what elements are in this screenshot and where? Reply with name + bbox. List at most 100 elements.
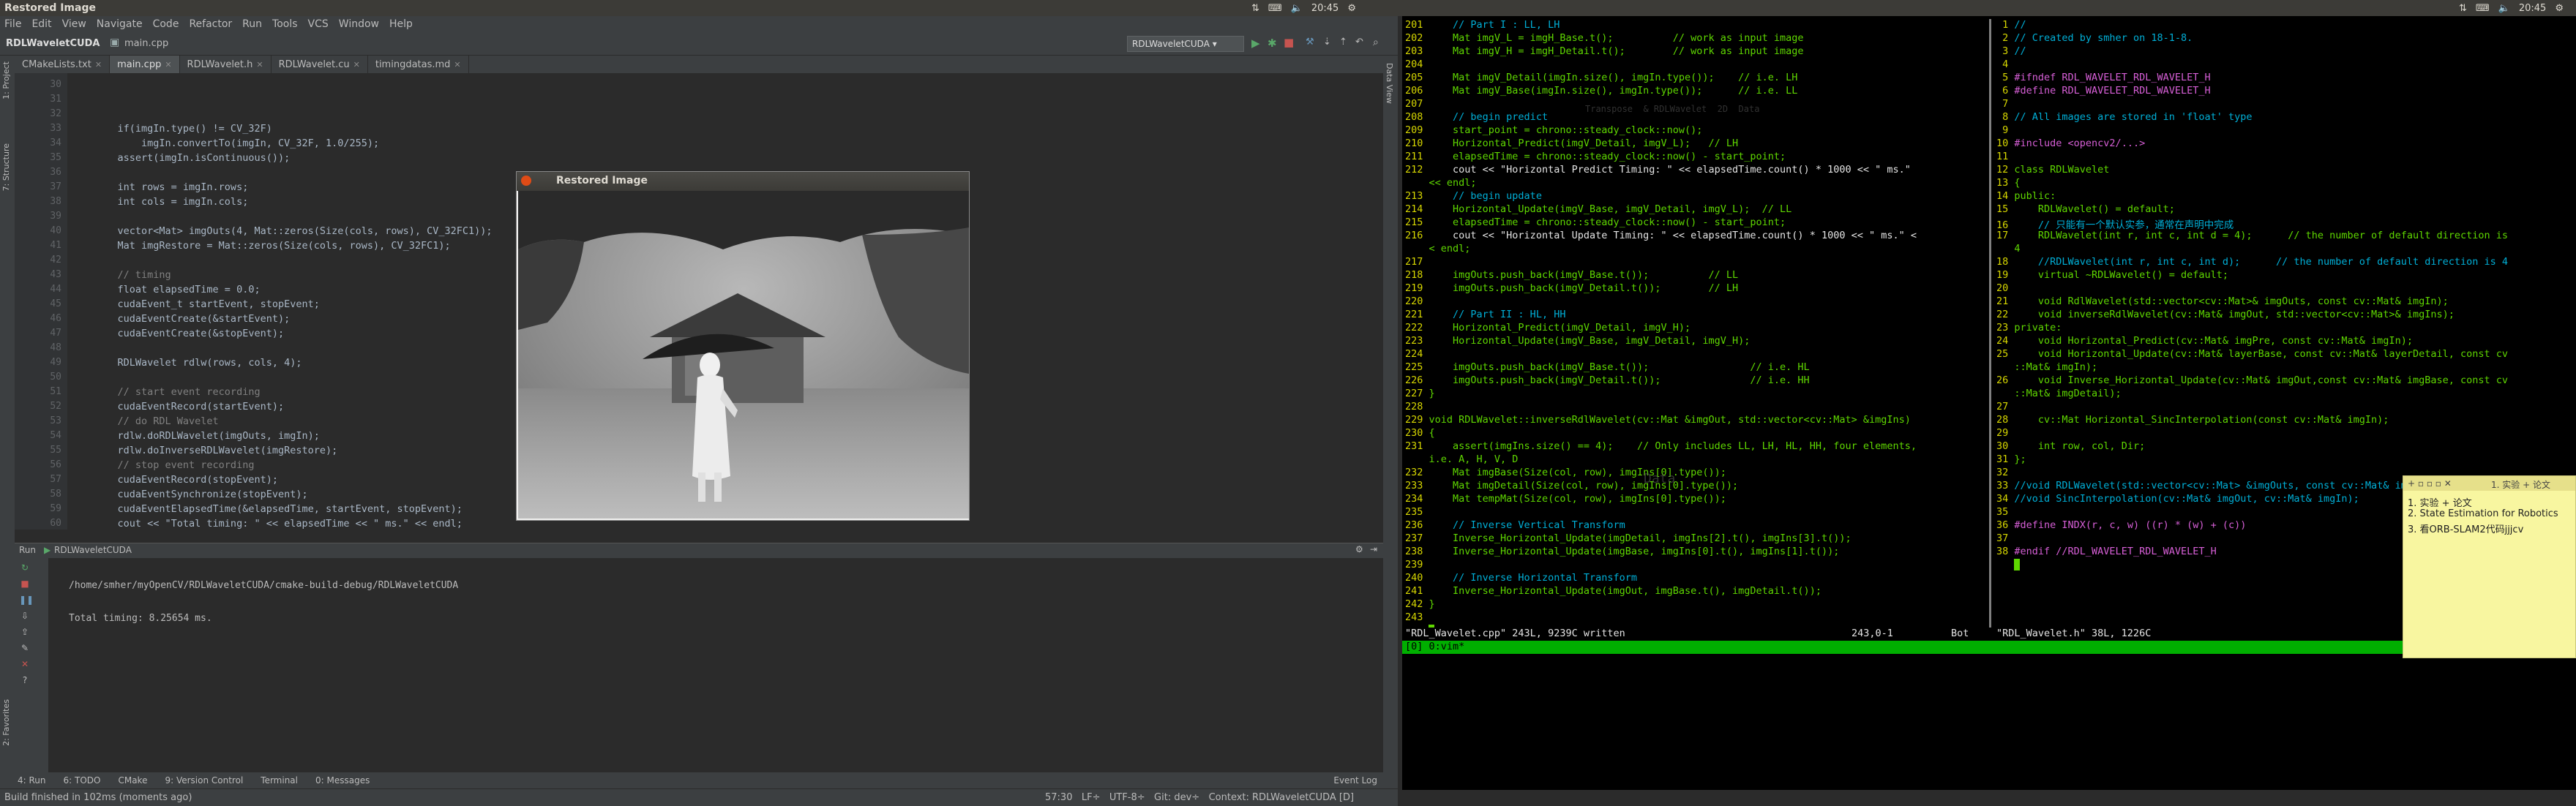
- menu-file[interactable]: File: [4, 18, 21, 30]
- close-icon[interactable]: ✕: [256, 60, 263, 69]
- clock[interactable]: 20:45: [1311, 3, 1338, 14]
- sticky-note[interactable]: + ▫ ▫ ▫ ✕ 1. 实验 + 论文 1. 实验 + 论文 2. State…: [2403, 475, 2576, 658]
- gear-icon[interactable]: ⚙: [1355, 544, 1363, 554]
- scroll-end-icon[interactable]: ⇩: [19, 611, 31, 621]
- menu-run[interactable]: Run: [242, 18, 262, 30]
- tool-tab-favorites[interactable]: 2: Favorites: [1, 699, 11, 746]
- code-line[interactable]: if(imgIn.type() != CV_32F): [94, 123, 272, 135]
- menu-refactor[interactable]: Refactor: [189, 18, 232, 30]
- code-line[interactable]: rdlw.doInverseRDLWavelet(imgRestore);: [94, 445, 338, 456]
- undo-icon[interactable]: ↶: [1355, 37, 1363, 48]
- tool-tab-project[interactable]: 1: Project: [1, 61, 11, 99]
- tab-rdlwavelet-cu[interactable]: RDLWavelet.cu ✕: [272, 56, 368, 73]
- sticky-note-header[interactable]: + ▫ ▫ ▫ ✕ 1. 实验 + 论文: [2403, 476, 2575, 491]
- close-icon[interactable]: ✕: [454, 60, 460, 69]
- stop-icon[interactable]: ■: [1284, 36, 1294, 49]
- code-line[interactable]: // do RDL Wavelet: [94, 415, 219, 427]
- vim-line-number: 219: [1405, 282, 1429, 294]
- code-line[interactable]: cudaEvent_t startEvent, stopEvent;: [94, 298, 320, 310]
- project-breadcrumb[interactable]: RDLWaveletCUDA: [6, 38, 100, 49]
- settings-gear-icon-right[interactable]: ⚙: [2555, 3, 2564, 14]
- close-icon[interactable]: ✕: [353, 60, 360, 69]
- file-breadcrumb[interactable]: main.cpp: [124, 38, 168, 49]
- run-tab-title[interactable]: RDLWaveletCUDA: [54, 545, 132, 555]
- clock-right[interactable]: 20:45: [2519, 3, 2546, 14]
- run-console-output[interactable]: /home/smher/myOpenCV/RDLWaveletCUDA/cmak…: [69, 558, 458, 646]
- code-line[interactable]: int rows = imgIn.rows;: [94, 181, 249, 193]
- menu-edit[interactable]: Edit: [31, 18, 51, 30]
- code-line[interactable]: cudaEventRecord(stopEvent);: [94, 474, 278, 486]
- code-line[interactable]: cudaEventRecord(startEvent);: [94, 401, 285, 413]
- stop-run-icon[interactable]: ■: [19, 579, 31, 589]
- vim-line: 222 Horizontal_Predict(imgV_Detail, imgV…: [1405, 322, 1690, 334]
- tool-tab-messages[interactable]: 0: Messages: [315, 775, 370, 786]
- code-line[interactable]: // timing: [94, 269, 171, 281]
- tool-tab-structure[interactable]: 7: Structure: [1, 143, 11, 191]
- editor-status-info[interactable]: 57:30 LF÷ UTF-8÷ Git: dev÷ Context: RDLW…: [1045, 792, 1354, 803]
- run-icon[interactable]: ▶: [1251, 37, 1260, 50]
- terminal-vim[interactable]: 201 // Part I : LL, LH 202 Mat imgV_L = i…: [1402, 16, 2576, 790]
- volume-icon[interactable]: 🔈: [1291, 3, 1303, 14]
- code-line[interactable]: int cols = imgIn.cols;: [94, 196, 249, 208]
- code-line[interactable]: // stop event recording: [94, 459, 255, 471]
- code-line[interactable]: cudaEventElapsedTime(&elapsedTime, start…: [94, 503, 463, 515]
- code-line[interactable]: cout << "Total timing: " << elapsedTime …: [94, 518, 463, 530]
- rerun-icon[interactable]: ↻: [19, 562, 31, 573]
- sticky-controls[interactable]: + ▫ ▫ ▫ ✕: [2408, 478, 2452, 489]
- vim-line-number: 214: [1405, 203, 1429, 215]
- code-line[interactable]: cudaEventCreate(&startEvent);: [94, 313, 291, 325]
- settings-icon[interactable]: ✎: [19, 643, 31, 653]
- code-line[interactable]: imgIn.convertTo(imgIn, CV_32F, 1.0/255);: [94, 138, 379, 149]
- code-line[interactable]: rdlw.doRDLWavelet(imgOuts, imgIn);: [94, 430, 320, 442]
- code-line[interactable]: RDLWavelet rdlw(rows, cols, 4);: [94, 357, 302, 369]
- menu-navigate[interactable]: Navigate: [97, 18, 143, 30]
- close-icon[interactable]: ✕: [165, 60, 171, 69]
- dump-threads-icon[interactable]: ⇪: [19, 627, 31, 637]
- tool-tab-run[interactable]: 4: Run: [18, 775, 46, 786]
- close-icon[interactable]: ✕: [95, 60, 102, 69]
- debug-icon[interactable]: ✱: [1268, 37, 1277, 50]
- menu-code[interactable]: Code: [153, 18, 179, 30]
- build-icon[interactable]: ⚒: [1306, 37, 1314, 48]
- code-line[interactable]: assert(imgIn.isContinuous());: [94, 152, 291, 164]
- vcs-commit-icon[interactable]: ⇡: [1339, 37, 1347, 48]
- menu-vcs[interactable]: VCS: [308, 18, 329, 30]
- code-line[interactable]: // start event recording: [94, 386, 261, 398]
- tab-cmakelists[interactable]: CMakeLists.txt ✕: [15, 56, 111, 73]
- code-line[interactable]: float elapsedTime = 0.0;: [94, 284, 261, 295]
- tab-timingdatas[interactable]: timingdatas.md ✕: [368, 56, 469, 73]
- code-line[interactable]: vector<Mat> imgOuts(4, Mat::zeros(Size(c…: [94, 225, 493, 237]
- image-window-titlebar[interactable]: Restored Image: [517, 172, 969, 191]
- network-icon-right[interactable]: ⇅: [2459, 3, 2467, 14]
- help-icon[interactable]: ?: [19, 675, 31, 685]
- menu-window[interactable]: Window: [339, 18, 379, 30]
- close-run-icon[interactable]: ✕: [19, 659, 31, 669]
- tool-tab-terminal[interactable]: Terminal: [261, 775, 298, 786]
- vim-line-number: 31: [1996, 453, 2015, 465]
- pause-icon[interactable]: ❚❚: [19, 595, 34, 605]
- menu-help[interactable]: Help: [389, 18, 413, 30]
- run-config-select[interactable]: RDLWaveletCUDA ▾: [1127, 36, 1244, 52]
- tool-tab-data-view[interactable]: Data View: [1385, 63, 1394, 104]
- tool-tab-todo[interactable]: 6: TODO: [64, 775, 101, 786]
- menu-view[interactable]: View: [62, 18, 86, 30]
- hide-icon[interactable]: ⇥: [1370, 544, 1377, 554]
- event-log-button[interactable]: Event Log: [1333, 775, 1377, 786]
- network-icon[interactable]: ⇅: [1251, 3, 1259, 14]
- tab-main-cpp[interactable]: main.cpp ✕: [110, 56, 180, 73]
- code-line[interactable]: cudaEventSynchronize(stopEvent);: [94, 489, 308, 500]
- volume-icon-right[interactable]: 🔈: [2498, 3, 2510, 14]
- tmux-window-list[interactable]: [0] 0:vim*: [1405, 641, 1464, 652]
- input-method-icon-right[interactable]: ⌨: [2476, 3, 2490, 14]
- code-line[interactable]: cudaEventCreate(&stopEvent);: [94, 328, 285, 339]
- code-line[interactable]: Mat imgRestore = Mat::zeros(Size(cols, r…: [94, 240, 451, 252]
- tool-tab-version-control[interactable]: 9: Version Control: [165, 775, 243, 786]
- tool-tab-cmake[interactable]: CMake: [118, 775, 147, 786]
- tab-rdlwavelet-h[interactable]: RDLWavelet.h ✕: [180, 56, 272, 73]
- close-window-icon[interactable]: [521, 176, 531, 186]
- menu-tools[interactable]: Tools: [272, 18, 298, 30]
- search-icon[interactable]: ⌕: [1373, 37, 1379, 48]
- settings-gear-icon[interactable]: ⚙: [1347, 3, 1356, 14]
- input-method-icon[interactable]: ⌨: [1268, 3, 1282, 14]
- vcs-update-icon[interactable]: ⇣: [1323, 37, 1331, 48]
